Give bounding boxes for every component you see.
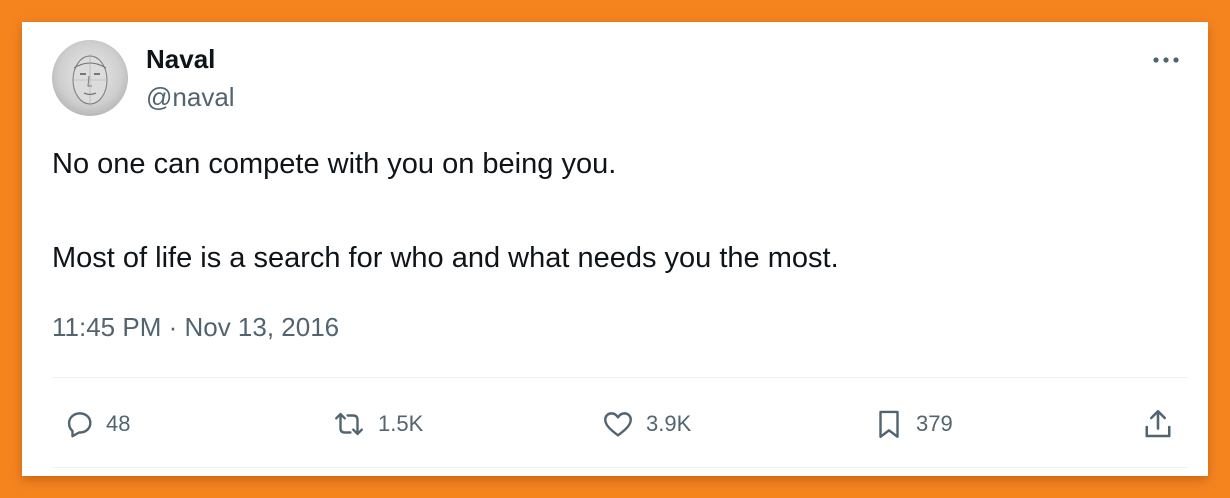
heart-icon <box>604 412 632 437</box>
more-options-button[interactable] <box>1148 50 1184 70</box>
avatar[interactable] <box>52 40 128 116</box>
reply-count: 48 <box>106 411 131 436</box>
divider <box>52 467 1188 468</box>
like-count: 3.9K <box>646 411 692 436</box>
tweet-line: No one can compete with you on being you… <box>52 148 617 180</box>
author-name[interactable]: Naval <box>146 44 215 75</box>
divider <box>52 377 1188 378</box>
reply-icon <box>67 412 92 438</box>
share-button[interactable] <box>1140 406 1176 442</box>
author-handle[interactable]: @naval <box>146 82 235 113</box>
like-button[interactable]: 3.9K <box>600 406 691 442</box>
repost-count: 1.5K <box>378 411 424 436</box>
avatar-sketch <box>72 54 108 106</box>
bookmark-count: 379 <box>916 411 953 436</box>
tweet-timestamp[interactable]: 11:45 PM · Nov 13, 2016 <box>52 312 339 343</box>
tweet-line: Most of life is a search for who and wha… <box>52 242 839 274</box>
bookmark-button[interactable]: 379 <box>872 406 953 442</box>
share-icon <box>1145 409 1171 438</box>
bookmark-icon <box>879 410 899 438</box>
tweet-text: No one can compete with you on being you… <box>52 146 1172 276</box>
more-dots-icon <box>1153 57 1179 63</box>
reply-button[interactable]: 48 <box>62 406 130 442</box>
tweet-card: Naval @naval No one can compete with you… <box>22 22 1208 476</box>
repost-button[interactable]: 1.5K <box>330 406 423 442</box>
repost-icon <box>335 412 363 436</box>
